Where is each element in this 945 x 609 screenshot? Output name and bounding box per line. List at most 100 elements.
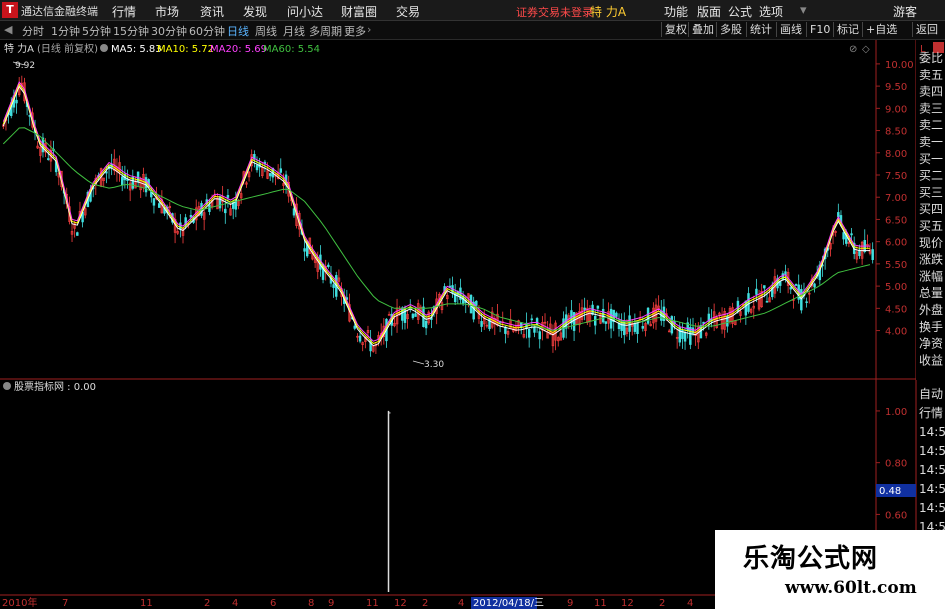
- candle-body: [157, 203, 161, 208]
- candle-body: [763, 285, 766, 289]
- side-panel-label[interactable]: 换手: [919, 320, 943, 334]
- more-menu-icon[interactable]: ▾: [800, 3, 807, 18]
- chevron-right-icon[interactable]: ›: [367, 23, 371, 36]
- side-panel-lower-label: 14:50: [919, 425, 945, 439]
- candle-body: [601, 308, 605, 323]
- candle-body: [842, 232, 845, 240]
- menu-xuanxiang[interactable]: 选项: [759, 3, 783, 20]
- side-panel-label[interactable]: 净资: [919, 337, 943, 351]
- candle-body: [414, 313, 417, 317]
- settings-icon[interactable]: [100, 44, 108, 52]
- time-tick-label: 9: [328, 598, 334, 609]
- indicator-header: 股票指标网 : 0.00: [14, 380, 96, 393]
- candle-body: [47, 158, 50, 160]
- app-title: 通达信金融终端: [21, 5, 98, 18]
- time-tick-label: 2010年: [2, 596, 37, 609]
- side-panel-label[interactable]: 买二: [919, 169, 943, 183]
- side-panel-label[interactable]: 买三: [919, 185, 943, 199]
- time-tick-label: 11: [594, 598, 607, 609]
- menu-wenxiaoda[interactable]: 问小达: [287, 3, 323, 20]
- tool-add-watchlist[interactable]: +自选: [862, 22, 900, 37]
- period-weekly[interactable]: 周线: [255, 23, 277, 39]
- side-panel-label[interactable]: 买四: [919, 202, 943, 216]
- side-panel-label[interactable]: 卖五: [919, 68, 943, 82]
- tool-huaxian[interactable]: 画线: [776, 22, 805, 37]
- side-panel-label[interactable]: 外盘: [919, 302, 943, 317]
- menu-hangqing[interactable]: 行情: [112, 3, 136, 20]
- moving-average-lines: [2, 80, 871, 347]
- candle-body: [530, 318, 534, 321]
- tool-fuquan[interactable]: 复权: [661, 22, 690, 37]
- side-panel-label[interactable]: 卖四: [919, 85, 943, 99]
- period-fenshi[interactable]: 分时: [22, 23, 44, 39]
- trade-login-status[interactable]: 证券交易未登录: [516, 4, 593, 20]
- indicator-settings-icon[interactable]: [3, 382, 11, 390]
- chart-adjustment: (日线 前复权): [37, 42, 98, 55]
- guest-user[interactable]: 游客: [893, 3, 917, 20]
- candle-body: [218, 196, 222, 209]
- period-1min[interactable]: 1分钟: [51, 23, 80, 39]
- period-monthly[interactable]: 月线: [283, 23, 305, 39]
- side-panel-label[interactable]: 涨幅: [919, 268, 943, 283]
- side-panel-label[interactable]: 卖一: [919, 135, 943, 149]
- candle-body: [121, 176, 124, 186]
- side-panel-label[interactable]: 卖三: [919, 101, 943, 115]
- price-tick-label: 8.50: [885, 127, 907, 138]
- period-15min[interactable]: 15分钟: [113, 23, 149, 39]
- side-panel-label[interactable]: 涨跌: [919, 252, 943, 267]
- cursor-date: 2012/04/18/三: [473, 598, 544, 609]
- side-panel-label[interactable]: 收益: [919, 353, 943, 367]
- side-panel-lower-label: 14:50: [919, 501, 945, 515]
- kline-chart[interactable]: 特 力A (日线 前复权) MA5: 5.83 MA10: 5.72 MA20:…: [0, 40, 945, 609]
- period-more[interactable]: 更多: [344, 23, 366, 39]
- side-panel-lower-label: 14:50: [919, 444, 945, 458]
- menu-banmian[interactable]: 版面: [697, 3, 721, 20]
- zoom-out-icon[interactable]: ⊘: [849, 44, 857, 55]
- price-tick-label: 5.50: [885, 260, 907, 271]
- tool-back[interactable]: 返回: [912, 22, 941, 37]
- tool-biaoji[interactable]: 标记: [833, 22, 862, 37]
- period-daily[interactable]: 日线: [227, 23, 249, 39]
- time-tick-label: 11: [140, 598, 153, 609]
- side-panel-label[interactable]: 买五: [919, 219, 943, 233]
- candle-body: [411, 313, 415, 319]
- menu-shichang[interactable]: 市场: [155, 3, 179, 20]
- maximize-icon[interactable]: ◇: [862, 44, 870, 55]
- side-panel-lower-label: 自动: [919, 387, 943, 401]
- time-tick-label: 6: [270, 598, 276, 609]
- candle-body: [583, 307, 586, 310]
- tool-tongji[interactable]: 统计: [746, 22, 775, 37]
- tool-diejia[interactable]: 叠加: [688, 22, 717, 37]
- candle-body: [303, 248, 306, 252]
- side-panel-label[interactable]: 卖二: [919, 118, 943, 132]
- candle-body: [871, 249, 874, 260]
- period-30min[interactable]: 30分钟: [151, 23, 187, 39]
- side-panel-label[interactable]: 现价: [919, 236, 943, 250]
- ma10-label: MA10: 5.72: [157, 44, 214, 55]
- tool-duogu[interactable]: 多股: [716, 22, 745, 37]
- candle-body: [527, 328, 531, 338]
- period-5min[interactable]: 5分钟: [82, 23, 111, 39]
- tool-f10[interactable]: F10: [806, 22, 833, 37]
- candle-body: [781, 273, 785, 281]
- candle-body: [850, 233, 853, 236]
- app-logo: T: [2, 2, 18, 18]
- side-panel-label[interactable]: 总量: [919, 286, 943, 300]
- candle-body: [424, 320, 428, 329]
- side-panel-label[interactable]: 委比: [919, 51, 943, 65]
- side-panel-label[interactable]: 买一: [919, 152, 943, 166]
- candle-body: [255, 164, 259, 171]
- menu-faxian[interactable]: 发现: [243, 3, 267, 20]
- candle-body: [480, 321, 483, 327]
- time-tick-label: 4: [232, 598, 238, 609]
- menu-gongneng[interactable]: 功能: [664, 3, 688, 20]
- low-annotation-arrow: [412, 360, 425, 365]
- period-multi[interactable]: 多周期: [309, 23, 342, 39]
- menu-zixun[interactable]: 资讯: [200, 3, 224, 20]
- menu-toggle-icon[interactable]: ◀: [4, 23, 12, 36]
- time-axis: 2010年 7 11 2 4 6 8 9 11 12 2 4 2012/04/18/三 9 11 12 2 4: [2, 596, 693, 609]
- menu-gongshi[interactable]: 公式: [728, 3, 752, 20]
- period-60min[interactable]: 60分钟: [189, 23, 225, 39]
- menu-jiaoyi[interactable]: 交易: [396, 3, 420, 20]
- menu-caifuquan[interactable]: 财富圈: [341, 3, 377, 20]
